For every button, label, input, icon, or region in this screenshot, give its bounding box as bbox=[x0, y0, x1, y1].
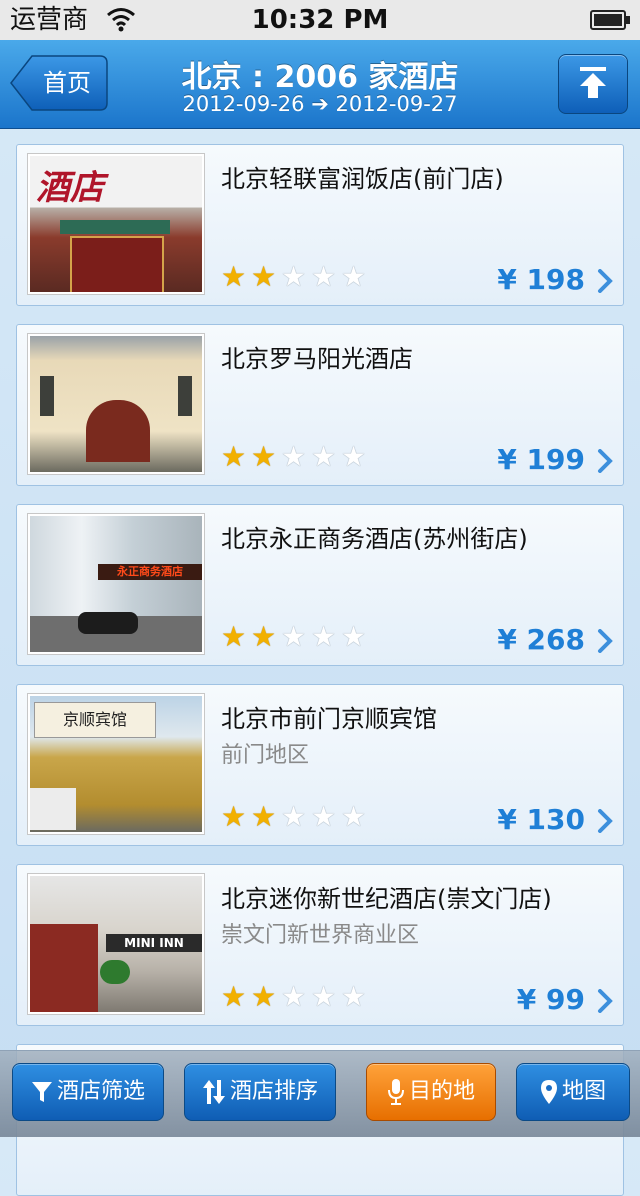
hotel-photo: 酒店 bbox=[27, 153, 205, 295]
hotel-price: ¥ 268 bbox=[497, 623, 585, 656]
star-empty-icon: ★ bbox=[281, 800, 307, 833]
star-empty-icon: ★ bbox=[341, 260, 367, 293]
star-rating: ★ ★ ★ ★ ★ bbox=[221, 443, 371, 471]
star-rating: ★ ★ ★ ★ ★ bbox=[221, 983, 371, 1011]
hotel-list-item[interactable]: 酒店 北京轻联富润饭店(前门店) ★ ★ ★ ★ ★ ¥ 198 bbox=[16, 144, 624, 306]
photo-sign-text: 京顺宾馆 bbox=[34, 702, 156, 738]
sort-button-label: 酒店排序 bbox=[229, 1079, 318, 1104]
clock: 10:32 PM bbox=[251, 5, 389, 35]
hotel-list-item[interactable]: 北京罗马阳光酒店 ★ ★ ★ ★ ★ ¥ 199 bbox=[16, 324, 624, 486]
status-bar: 运营商 10:32 PM bbox=[0, 0, 640, 40]
hotel-name: 北京迷你新世纪酒店(崇文门店) bbox=[221, 885, 552, 913]
chevron-right-icon bbox=[598, 989, 613, 1013]
hotel-name: 北京轻联富润饭店(前门店) bbox=[221, 165, 504, 193]
page-title: 北京 : 2006 家酒店 bbox=[181, 60, 459, 95]
star-filled-icon: ★ bbox=[221, 620, 247, 653]
hotel-photo: MINI INN bbox=[27, 873, 205, 1015]
filter-button-label: 酒店筛选 bbox=[56, 1079, 145, 1104]
hotel-photo: 京顺宾馆 bbox=[27, 693, 205, 835]
star-filled-icon: ★ bbox=[221, 440, 247, 473]
hotel-list-item[interactable]: 京顺宾馆 北京市前门京顺宾馆 前门地区 ★ ★ ★ ★ ★ ¥ 130 bbox=[16, 684, 624, 846]
filter-icon bbox=[31, 1082, 52, 1102]
navigation-bar: 首页 北京 : 2006 家酒店 2012-09-26 ➔ 2012-09-27 bbox=[0, 40, 640, 129]
hotel-list-item[interactable]: 永正商务酒店 北京永正商务酒店(苏州街店) ★ ★ ★ ★ ★ ¥ 268 bbox=[16, 504, 624, 666]
date-range: 2012-09-26 ➔ 2012-09-27 bbox=[182, 92, 458, 116]
hotel-photo: 永正商务酒店 bbox=[27, 513, 205, 655]
star-filled-icon: ★ bbox=[251, 620, 277, 653]
photo-sign-text: 酒店 bbox=[36, 168, 104, 208]
hotel-name: 北京永正商务酒店(苏州街店) bbox=[221, 525, 528, 553]
chevron-right-icon bbox=[598, 449, 613, 473]
battery-icon bbox=[590, 10, 630, 30]
star-empty-icon: ★ bbox=[341, 800, 367, 833]
map-button-label: 地图 bbox=[561, 1079, 606, 1104]
star-rating: ★ ★ ★ ★ ★ bbox=[221, 623, 371, 651]
star-filled-icon: ★ bbox=[251, 260, 277, 293]
hotel-price: ¥ 198 bbox=[497, 263, 585, 296]
hotel-price: ¥ 199 bbox=[497, 443, 585, 476]
photo-sign-text: 永正商务酒店 bbox=[98, 564, 202, 580]
star-empty-icon: ★ bbox=[311, 800, 337, 833]
star-empty-icon: ★ bbox=[341, 440, 367, 473]
hotel-price: ¥ 99 bbox=[516, 983, 585, 1016]
star-rating: ★ ★ ★ ★ ★ bbox=[221, 803, 371, 831]
star-empty-icon: ★ bbox=[311, 440, 337, 473]
star-empty-icon: ★ bbox=[311, 620, 337, 653]
star-filled-icon: ★ bbox=[221, 260, 247, 293]
star-filled-icon: ★ bbox=[251, 440, 277, 473]
star-rating: ★ ★ ★ ★ ★ bbox=[221, 263, 371, 291]
star-filled-icon: ★ bbox=[251, 800, 277, 833]
star-empty-icon: ★ bbox=[311, 980, 337, 1013]
microphone-icon bbox=[387, 1079, 404, 1105]
map-button[interactable]: 地图 bbox=[516, 1063, 630, 1121]
chevron-right-icon bbox=[598, 269, 613, 293]
scroll-to-top-button[interactable] bbox=[558, 54, 628, 114]
star-empty-icon: ★ bbox=[281, 980, 307, 1013]
star-empty-icon: ★ bbox=[281, 620, 307, 653]
hotel-name: 北京市前门京顺宾馆 bbox=[221, 705, 437, 733]
star-empty-icon: ★ bbox=[281, 440, 307, 473]
hotel-name: 北京罗马阳光酒店 bbox=[221, 345, 413, 373]
sort-button[interactable]: 酒店排序 bbox=[184, 1063, 336, 1121]
sort-icon bbox=[202, 1080, 225, 1104]
star-empty-icon: ★ bbox=[311, 260, 337, 293]
hotel-area: 前门地区 bbox=[221, 743, 310, 768]
hotel-area: 崇文门新世界商业区 bbox=[221, 923, 420, 948]
star-filled-icon: ★ bbox=[251, 980, 277, 1013]
star-filled-icon: ★ bbox=[221, 980, 247, 1013]
map-pin-icon bbox=[540, 1080, 557, 1104]
bottom-toolbar: 酒店筛选 酒店排序 目的地 地图 bbox=[0, 1050, 640, 1137]
hotel-price: ¥ 130 bbox=[497, 803, 585, 836]
star-empty-icon: ★ bbox=[341, 620, 367, 653]
chevron-right-icon bbox=[598, 809, 613, 833]
scroll-top-icon bbox=[580, 67, 606, 98]
hotel-photo bbox=[27, 333, 205, 475]
star-empty-icon: ★ bbox=[341, 980, 367, 1013]
destination-button[interactable]: 目的地 bbox=[366, 1063, 496, 1121]
star-empty-icon: ★ bbox=[281, 260, 307, 293]
hotel-list-item[interactable]: MINI INN 北京迷你新世纪酒店(崇文门店) 崇文门新世界商业区 ★ ★ ★ ★ ★… bbox=[16, 864, 624, 1026]
chevron-right-icon bbox=[598, 629, 613, 653]
filter-button[interactable]: 酒店筛选 bbox=[12, 1063, 164, 1121]
back-button[interactable]: 首页 bbox=[10, 54, 108, 112]
destination-button-label: 目的地 bbox=[408, 1079, 475, 1104]
star-filled-icon: ★ bbox=[221, 800, 247, 833]
back-button-label: 首页 bbox=[43, 69, 91, 97]
photo-sign-text: MINI INN bbox=[106, 934, 202, 952]
